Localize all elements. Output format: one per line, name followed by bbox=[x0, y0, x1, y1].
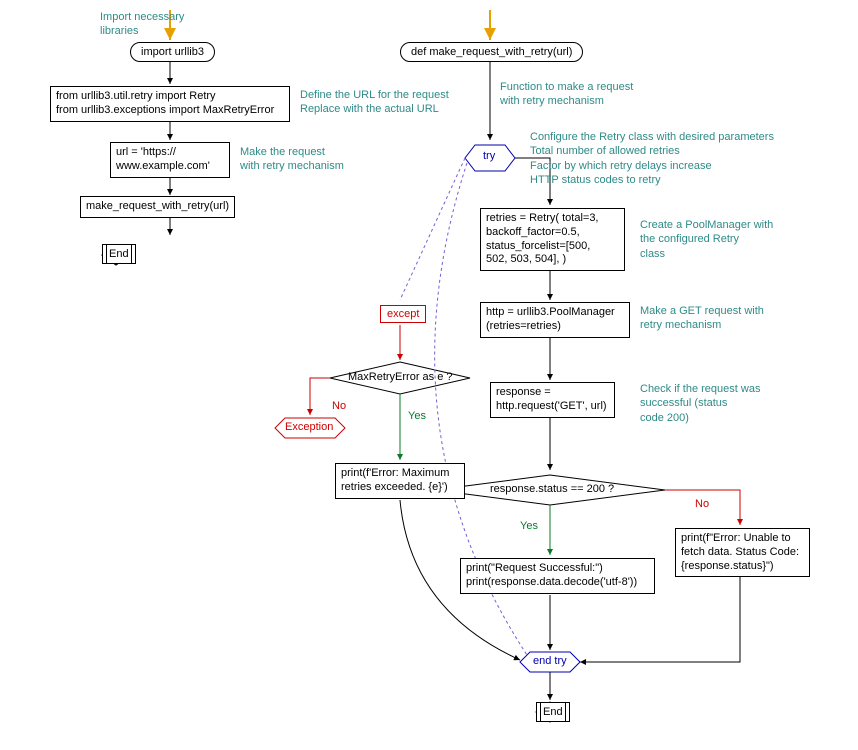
print-success: print("Request Successful:") print(respo… bbox=[460, 558, 655, 594]
end-left: End bbox=[102, 244, 136, 264]
retries-assign: retries = Retry( total=3, backoff_factor… bbox=[480, 208, 625, 271]
comment-retry-config: Configure the Retry class with desired p… bbox=[530, 130, 774, 187]
end-try: end try bbox=[533, 655, 567, 667]
no-except: No bbox=[332, 400, 346, 412]
from-stmts: from urllib3.util.retry import Retry fro… bbox=[50, 86, 290, 122]
no-status: No bbox=[695, 498, 709, 510]
comment-fn: Function to make a request with retry me… bbox=[500, 80, 633, 109]
comment-make-request: Make the request with retry mechanism bbox=[240, 145, 344, 174]
end-right: End bbox=[536, 702, 570, 722]
comment-check-success: Check if the request was successful (sta… bbox=[640, 382, 760, 425]
yes-status: Yes bbox=[520, 520, 538, 532]
except-keyword: except bbox=[380, 305, 426, 323]
comment-poolmanager: Create a PoolManager with the configured… bbox=[640, 218, 773, 261]
fn-def: def make_request_with_retry(url) bbox=[400, 42, 583, 62]
exception-label: Exception bbox=[285, 421, 333, 433]
call-make-request: make_request_with_retry(url) bbox=[80, 196, 235, 218]
yes-except: Yes bbox=[408, 410, 426, 422]
import-stmt: import urllib3 bbox=[130, 42, 215, 62]
try-keyword: try bbox=[483, 150, 495, 162]
cond-maxretry: MaxRetryError as e ? bbox=[348, 371, 453, 383]
cond-status-200: response.status == 200 ? bbox=[490, 483, 614, 495]
comment-url: Define the URL for the request Replace w… bbox=[300, 88, 449, 117]
print-except: print(f'Error: Maximum retries exceeded.… bbox=[335, 463, 465, 499]
url-assign: url = 'https:// www.example.com' bbox=[110, 142, 230, 178]
response-assign: response = http.request('GET', url) bbox=[490, 382, 615, 418]
print-error-status: print(f"Error: Unable to fetch data. Sta… bbox=[675, 528, 810, 577]
http-assign: http = urllib3.PoolManager (retries=retr… bbox=[480, 302, 630, 338]
comment-get-request: Make a GET request with retry mechanism bbox=[640, 304, 764, 333]
comment-import: Import necessary libraries bbox=[100, 10, 184, 39]
